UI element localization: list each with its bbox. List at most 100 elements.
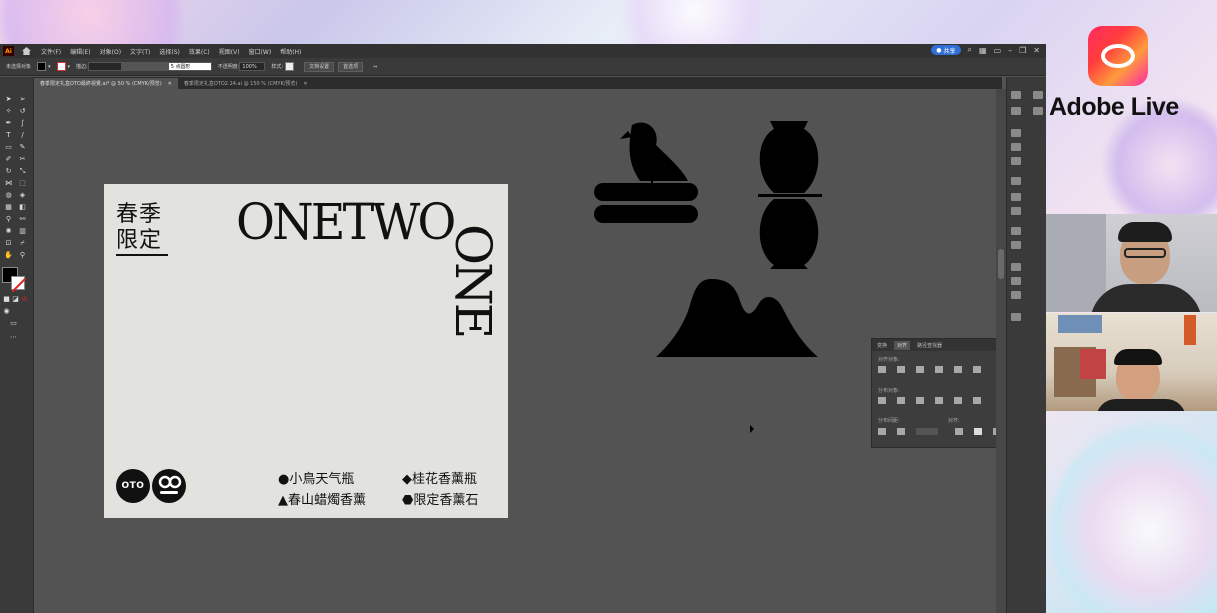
- vertical-scrollbar[interactable]: [996, 89, 1006, 613]
- scissors-tool-icon[interactable]: ✂: [18, 155, 27, 163]
- align-right-icon[interactable]: [916, 366, 924, 373]
- panel-icon[interactable]: ▭: [994, 46, 1002, 55]
- menu-window[interactable]: 窗口(W): [249, 47, 272, 56]
- more-tools-icon[interactable]: ⋯: [9, 333, 18, 341]
- screen-mode-icon[interactable]: ▭: [9, 319, 18, 327]
- menu-type[interactable]: 文字(T): [130, 47, 150, 56]
- document-settings-button[interactable]: 文档设置: [304, 61, 335, 72]
- search-icon[interactable]: ⌕: [968, 45, 972, 55]
- free-transform-tool-icon[interactable]: ⬚: [18, 179, 27, 187]
- stroke-color-box[interactable]: [11, 276, 27, 293]
- tab-close-icon[interactable]: ✕: [168, 81, 172, 87]
- align-to-key-icon[interactable]: [974, 428, 982, 435]
- align-top-icon[interactable]: [935, 366, 943, 373]
- opacity-field[interactable]: 100%: [239, 62, 266, 71]
- canvas-artwork[interactable]: [590, 119, 830, 359]
- curvature-tool-icon[interactable]: ∫: [18, 119, 27, 127]
- menu-view[interactable]: 视图(V): [219, 47, 240, 56]
- spacing-v-icon[interactable]: [878, 428, 886, 435]
- gradient-tool-icon[interactable]: ◧: [18, 203, 27, 211]
- fill-swatch[interactable]: [37, 62, 47, 71]
- hand-tool-icon[interactable]: ✋: [4, 251, 13, 259]
- shape-builder-tool-icon[interactable]: ◍: [4, 191, 13, 199]
- menu-file[interactable]: 文件(F): [41, 47, 61, 56]
- live-paint-tool-icon[interactable]: ◈: [18, 191, 27, 199]
- rotate-tool-icon[interactable]: ↻: [4, 167, 13, 175]
- stroke-panel-icon[interactable]: [1011, 177, 1021, 185]
- artboard-tool-icon[interactable]: ⊡: [4, 239, 13, 247]
- align-bottom-icon[interactable]: [973, 366, 981, 373]
- stroke-weight-field[interactable]: [87, 62, 122, 71]
- width-tool-icon[interactable]: ⋈: [4, 179, 13, 187]
- distribute-top-icon[interactable]: [878, 397, 886, 404]
- zoom-tool-icon[interactable]: ⚲: [18, 251, 27, 259]
- distribute-bottom-icon[interactable]: [916, 397, 924, 404]
- tab-pathfinder[interactable]: 路径查找器: [917, 342, 942, 349]
- gradient-mode-icon[interactable]: ◪: [11, 295, 20, 303]
- paintbrush-tool-icon[interactable]: ✎: [18, 143, 27, 151]
- direct-selection-tool-icon[interactable]: ➢: [18, 95, 27, 103]
- menu-object[interactable]: 对象(O): [100, 47, 121, 56]
- scale-tool-icon[interactable]: ⤡: [18, 167, 27, 175]
- home-icon[interactable]: [20, 45, 32, 57]
- draw-mode-icon[interactable]: ◉: [2, 307, 11, 315]
- lasso-tool-icon[interactable]: ↺: [18, 107, 27, 115]
- symbol-sprayer-tool-icon[interactable]: ✺: [4, 227, 13, 235]
- tab-transform[interactable]: 变换: [877, 342, 887, 349]
- stroke-swatch[interactable]: [56, 62, 66, 71]
- distribute-left-icon[interactable]: [935, 397, 943, 404]
- distribute-hcenter-icon[interactable]: [954, 397, 962, 404]
- tab-align[interactable]: 对齐: [894, 340, 911, 350]
- mountain-shape[interactable]: [656, 279, 818, 357]
- tab-document-2[interactable]: 春季限定礼盒OTO2.24.ai @ 150 % (CMYK/预览) ✕: [178, 78, 314, 89]
- artboard[interactable]: 春季 限定 ONETWO ONE OTO ●小鳥天气瓶 ◆桂花香薰瓶 ▲春山蜡燭…: [104, 184, 508, 518]
- panel-collapse-icon[interactable]: [1033, 107, 1043, 115]
- appearance-icon[interactable]: [1011, 227, 1021, 235]
- menu-help[interactable]: 帮助(H): [280, 47, 301, 56]
- menu-edit[interactable]: 编辑(E): [70, 47, 90, 56]
- align-to-selection-icon[interactable]: [955, 428, 963, 435]
- distribute-right-icon[interactable]: [973, 397, 981, 404]
- symbols-icon[interactable]: [1011, 157, 1021, 165]
- preferences-button[interactable]: 首选项: [338, 61, 364, 72]
- share-button[interactable]: ● 共享: [931, 45, 961, 55]
- color-guide-icon[interactable]: [1011, 263, 1021, 271]
- close-icon[interactable]: ✕: [1033, 46, 1040, 55]
- menu-select[interactable]: 选择(S): [159, 47, 180, 56]
- stroke-swatch-group[interactable]: ▾: [56, 62, 70, 71]
- tab-document-1[interactable]: 春季限定礼盒OTO最終視覺.ai* @ 50 % (CMYK/预览) ✕: [34, 78, 178, 89]
- color-mode-icon[interactable]: ■: [2, 295, 11, 303]
- panel-toggle-icon[interactable]: [1033, 91, 1043, 99]
- align-vcenter-icon[interactable]: [954, 366, 962, 373]
- libraries-icon[interactable]: [1011, 129, 1021, 137]
- line-tool-icon[interactable]: /: [18, 131, 27, 139]
- graph-tool-icon[interactable]: ▥: [18, 227, 27, 235]
- menu-effect[interactable]: 效果(C): [189, 47, 210, 56]
- pen-tool-icon[interactable]: ✒: [4, 119, 13, 127]
- spacing-field[interactable]: [916, 428, 938, 435]
- vase-shape[interactable]: [758, 121, 822, 269]
- tab-close-icon[interactable]: ✕: [303, 81, 307, 87]
- transparency-icon[interactable]: [1011, 207, 1021, 215]
- magic-wand-tool-icon[interactable]: ✧: [4, 107, 13, 115]
- minimize-icon[interactable]: –: [1008, 46, 1012, 55]
- arrange-icon[interactable]: ⇔: [373, 64, 377, 70]
- none-mode-icon[interactable]: ⊘: [20, 295, 29, 303]
- workspace-icon[interactable]: ▦: [979, 46, 987, 55]
- gradient-panel-icon[interactable]: [1011, 193, 1021, 201]
- selection-tool-icon[interactable]: ➤: [4, 95, 13, 103]
- fill-swatch-group[interactable]: ▾: [37, 62, 51, 71]
- scroll-thumb[interactable]: [998, 249, 1004, 279]
- slice-tool-icon[interactable]: ⌿: [18, 239, 27, 247]
- export-icon[interactable]: [1011, 277, 1021, 285]
- rectangle-tool-icon[interactable]: ▭: [4, 143, 13, 151]
- type-tool-icon[interactable]: T: [4, 131, 13, 139]
- comments-icon[interactable]: [1011, 313, 1021, 321]
- properties-icon[interactable]: [1011, 91, 1021, 99]
- bird-on-branch-shape[interactable]: [594, 122, 698, 223]
- brush-field[interactable]: 5 点圆形: [167, 62, 212, 71]
- eyedropper-tool-icon[interactable]: ⚲: [4, 215, 13, 223]
- align-left-icon[interactable]: [878, 366, 886, 373]
- distribute-vcenter-icon[interactable]: [897, 397, 905, 404]
- perspective-tool-icon[interactable]: ▦: [4, 203, 13, 211]
